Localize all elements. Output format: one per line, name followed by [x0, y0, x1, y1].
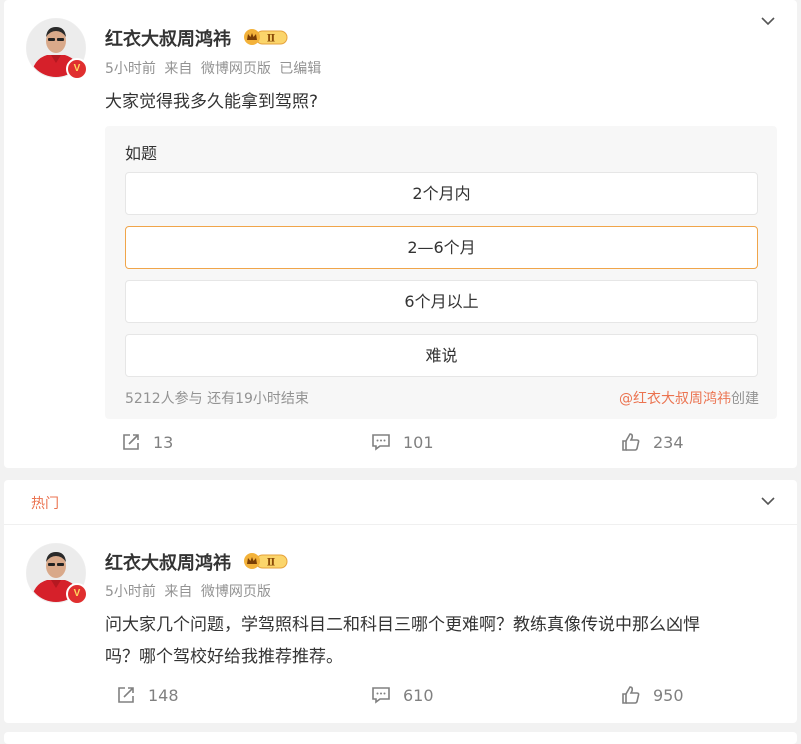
like-button[interactable]: 950	[621, 685, 684, 705]
post-source[interactable]: 微博网页版	[201, 61, 271, 77]
poll-option-selected[interactable]: 2—6个月	[125, 226, 758, 269]
verified-badge: V	[66, 583, 88, 605]
username[interactable]: 红衣大叔周鸿祎	[105, 549, 231, 575]
weibo-post-card-partial	[4, 732, 797, 744]
verified-badge: V	[66, 58, 88, 80]
repost-count: 13	[153, 432, 174, 452]
svg-text:Ⅱ: Ⅱ	[267, 558, 275, 569]
like-icon	[622, 686, 640, 704]
repost-icon	[118, 687, 134, 703]
poll-participants: 5212人参与	[125, 391, 203, 407]
comment-icon	[372, 434, 390, 451]
chevron-down-icon[interactable]	[761, 14, 775, 28]
from-label: 来自	[164, 61, 193, 77]
chevron-down-icon[interactable]	[761, 494, 775, 508]
post-text: 问大家几个问题，学驾照科目二和科目三哪个更难啊？教练真像传说中那么凶悍 吗？哪个…	[105, 609, 700, 673]
post-meta: 5小时前 来自 微博网页版 已编辑	[105, 58, 325, 78]
poll: 如题 2个月内 2—6个月 6个月以上 难说 5212人参与 还有19小时结束 …	[105, 126, 777, 419]
like-count: 234	[653, 432, 684, 452]
comment-count: 610	[403, 685, 434, 705]
post-text-line: 问大家几个问题，学驾照科目二和科目三哪个更难啊？教练真像传说中那么凶悍	[105, 615, 700, 635]
post-time[interactable]: 5小时前	[105, 61, 156, 77]
like-icon	[622, 433, 640, 451]
poll-stats: 5212人参与 还有19小时结束	[125, 388, 309, 408]
weibo-post-card: 热门 V 红衣大叔周鸿祎 Ⅱ 5小时前 来自 微博网页版 问大家几个问题，学驾照…	[4, 480, 797, 723]
comment-button[interactable]: 610	[371, 685, 434, 705]
divider	[4, 524, 797, 525]
poll-title: 如题	[125, 144, 158, 163]
username[interactable]: 红衣大叔周鸿祎	[105, 25, 231, 51]
poll-remaining: 还有19小时结束	[207, 391, 309, 407]
post-text-line: 吗？哪个驾校好给我推荐推荐。	[105, 647, 343, 667]
repost-count: 148	[148, 685, 179, 705]
like-count: 950	[653, 685, 684, 705]
avatar[interactable]: V	[26, 543, 88, 605]
comment-button[interactable]: 101	[371, 432, 434, 452]
post-meta: 5小时前 来自 微博网页版	[105, 581, 275, 601]
weibo-post-card: V 红衣大叔周鸿祎 Ⅱ 5小时前 来自 微博网页版 已编辑 大家觉得我多久能拿到…	[4, 0, 797, 468]
comment-count: 101	[403, 432, 434, 452]
poll-option[interactable]: 难说	[125, 334, 758, 377]
poll-option[interactable]: 6个月以上	[125, 280, 758, 323]
edited-label[interactable]: 已编辑	[279, 61, 321, 77]
repost-button[interactable]: 148	[116, 685, 179, 705]
poll-created-label: 创建	[731, 391, 759, 407]
post-source[interactable]: 微博网页版	[201, 584, 271, 600]
post-text: 大家觉得我多久能拿到驾照?	[105, 92, 319, 112]
poll-creator-link[interactable]: @红衣大叔周鸿祎	[619, 391, 731, 407]
like-button[interactable]: 234	[621, 432, 684, 452]
from-label: 来自	[164, 584, 193, 600]
poll-creator: @红衣大叔周鸿祎创建	[619, 388, 759, 408]
avatar[interactable]: V	[26, 18, 88, 80]
hot-label: 热门	[31, 496, 59, 512]
poll-option[interactable]: 2个月内	[125, 172, 758, 215]
post-time[interactable]: 5小时前	[105, 584, 156, 600]
vip-crown-icon[interactable]: Ⅱ	[242, 28, 288, 46]
comment-icon	[372, 687, 390, 704]
repost-button[interactable]: 13	[121, 432, 173, 452]
svg-text:Ⅱ: Ⅱ	[267, 34, 275, 45]
vip-crown-icon[interactable]: Ⅱ	[242, 552, 288, 570]
repost-icon	[123, 434, 139, 450]
